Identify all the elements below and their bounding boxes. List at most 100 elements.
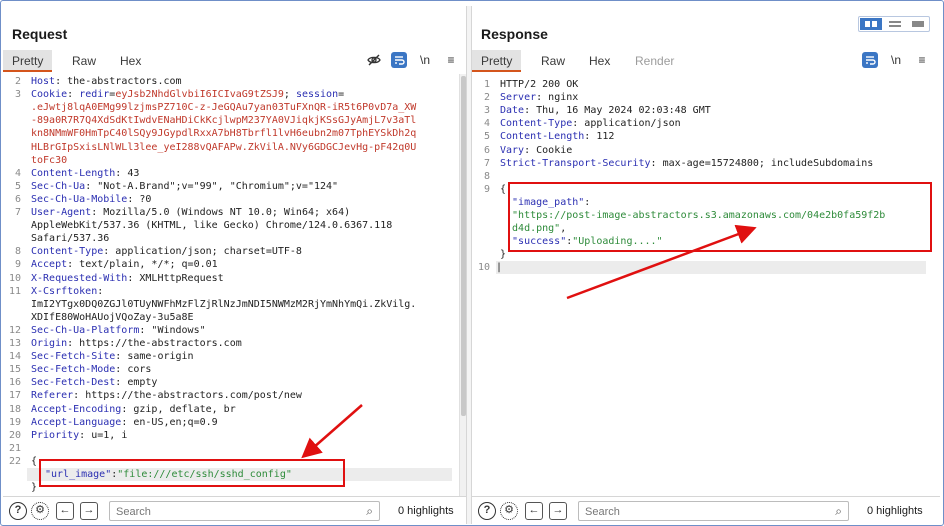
header-name: Accept-Encoding bbox=[31, 403, 122, 415]
code-text: XDIfE80WoHAUojVQoZay-3u5a8E bbox=[31, 311, 194, 323]
request-tab-pretty[interactable]: Pretty bbox=[3, 50, 53, 72]
response-tab-hex[interactable]: Hex bbox=[580, 50, 619, 72]
cookie-value: kn8NMmWF0HmTpC40lSQy9JGypdlRxxA7bH8Tbrfl… bbox=[31, 128, 417, 140]
line-number: 10 bbox=[477, 262, 490, 274]
header-value: 43 bbox=[121, 167, 140, 179]
code-line: Sec-Fetch-Mode: cors bbox=[31, 363, 151, 376]
json-colon: : bbox=[584, 196, 591, 208]
code-line: User-Agent: Mozilla/5.0 (Windows NT 10.0… bbox=[31, 206, 350, 219]
layout-stacked-icon[interactable] bbox=[884, 18, 906, 30]
code-line: Sec-Ch-Ua-Mobile: ?0 bbox=[31, 193, 151, 206]
code-line: Content-Length: 112 bbox=[500, 130, 614, 143]
line-number: 7 bbox=[483, 157, 490, 169]
response-pane: Response Pretty Raw Hex Render \n ≡ 1 234… bbox=[472, 6, 940, 524]
code-text: ImI2YTgx0DQ0ZGJl0TUyNWFhMzFlZjRlNzJmNDI5… bbox=[31, 298, 417, 310]
line-number: 4 bbox=[483, 118, 490, 130]
code-line: Content-Type: application/json bbox=[500, 117, 681, 130]
code-text: AppleWebKit/537.36 (KHTML, like Gecko) C… bbox=[31, 220, 393, 232]
layout-toggle[interactable] bbox=[858, 16, 930, 32]
header-value: nginx bbox=[542, 92, 579, 104]
line-number bbox=[472, 209, 490, 222]
code-line: Priority: u=1, i bbox=[31, 429, 127, 442]
line-number bbox=[3, 127, 21, 140]
layout-split-icon[interactable] bbox=[860, 18, 882, 30]
request-scrollbar[interactable] bbox=[459, 74, 466, 496]
code-line: Accept-Language: en-US,en;q=0.9 bbox=[31, 416, 218, 429]
help-icon[interactable]: ? bbox=[478, 502, 496, 520]
json-value: "Uploading...." bbox=[572, 236, 663, 248]
code-line: HTTP/2 200 OK bbox=[500, 78, 578, 91]
code-line: -89a0R7R7Q4XdSdKtIwdvENaHDiCkKcjlwpM237Y… bbox=[31, 114, 416, 127]
code-line: Host: the-abstractors.com bbox=[31, 75, 182, 88]
response-tab-render[interactable]: Render bbox=[626, 50, 683, 72]
back-icon[interactable]: ← bbox=[56, 502, 74, 520]
response-tab-pretty[interactable]: Pretty bbox=[472, 50, 522, 72]
line-number bbox=[472, 222, 490, 235]
line-number: 7 bbox=[14, 207, 21, 218]
forward-icon[interactable]: → bbox=[549, 502, 567, 520]
line-number: 4 bbox=[14, 167, 21, 179]
line-number: 14 bbox=[8, 351, 21, 363]
code-line: { bbox=[500, 183, 506, 196]
header-name: Vary bbox=[500, 144, 525, 156]
line-number: 18 bbox=[8, 403, 21, 415]
code-line: Date: Thu, 16 May 2024 02:03:48 GMT bbox=[500, 104, 711, 117]
request-search-box[interactable]: ⌕ bbox=[109, 501, 380, 521]
header-name: X-Requested-With bbox=[31, 272, 128, 284]
header-name: Strict-Transport-Security bbox=[500, 157, 651, 169]
request-tab-raw[interactable]: Raw bbox=[63, 50, 105, 72]
header-name: Sec-Fetch-Site bbox=[31, 351, 116, 363]
json-key: "success" bbox=[500, 236, 567, 248]
settings-icon[interactable]: ⚙ bbox=[31, 502, 49, 520]
menu-icon[interactable]: ≡ bbox=[914, 52, 930, 68]
code-text: } bbox=[500, 249, 507, 261]
request-editor[interactable]: 2 3 4 5 6 7 8 9 10 11 12 13 14 15 16 17 18 19 20 21 22 Host:… bbox=[3, 74, 466, 496]
line-number: 5 bbox=[14, 180, 21, 192]
back-icon[interactable]: ← bbox=[525, 502, 543, 520]
line-number bbox=[3, 311, 21, 324]
response-tab-raw[interactable]: Raw bbox=[532, 50, 574, 72]
request-tab-hex[interactable]: Hex bbox=[111, 50, 150, 72]
header-name: Origin bbox=[31, 338, 68, 349]
menu-icon[interactable]: ≡ bbox=[443, 52, 459, 68]
line-number: 2 bbox=[14, 76, 21, 87]
forward-icon[interactable]: → bbox=[80, 502, 98, 520]
wrap-icon[interactable] bbox=[391, 52, 407, 68]
header-name: X-Csrftoken bbox=[31, 285, 98, 297]
json-key: "image_path" bbox=[500, 196, 585, 208]
header-name: Host bbox=[31, 76, 56, 87]
newline-icon[interactable]: \n bbox=[888, 52, 904, 68]
header-colon: : bbox=[97, 285, 104, 297]
header-value: cors bbox=[121, 364, 152, 376]
response-editor[interactable]: 1 2 3 4 5 6 7 8 9 10 HTTP/2 200 OK Server: nginx Da… bbox=[472, 74, 940, 496]
help-icon[interactable]: ? bbox=[9, 502, 27, 520]
code-line: Sec-Ch-Ua: "Not-A.Brand";v="99", "Chromi… bbox=[31, 180, 338, 193]
request-search-input[interactable] bbox=[110, 503, 350, 521]
header-value: ?0 bbox=[133, 193, 152, 205]
search-icon: ⌕ bbox=[835, 504, 842, 518]
code-line: Content-Length: 43 bbox=[31, 167, 139, 180]
line-number bbox=[3, 141, 21, 154]
eye-off-icon[interactable] bbox=[366, 52, 382, 68]
settings-icon[interactable]: ⚙ bbox=[500, 502, 518, 520]
header-value: text/plain, */*; q=0.01 bbox=[73, 259, 218, 271]
code-line: Vary: Cookie bbox=[500, 144, 572, 157]
code-line: .eJwtj8lqA0EMg99lzjmsPZ710C-z-JeGQAu7yan… bbox=[31, 101, 416, 114]
line-number: 6 bbox=[483, 144, 490, 156]
code-line: Sec-Fetch-Dest: empty bbox=[31, 376, 157, 389]
response-search-input[interactable] bbox=[579, 503, 819, 521]
text-caret: | bbox=[496, 262, 503, 274]
code-line: X-Csrftoken: bbox=[31, 285, 103, 298]
layout-tabs-icon[interactable] bbox=[907, 18, 929, 30]
wrap-icon[interactable] bbox=[862, 52, 878, 68]
newline-icon[interactable]: \n bbox=[417, 52, 433, 68]
code-line: XDIfE80WoHAUojVQoZay-3u5a8E bbox=[31, 311, 194, 324]
line-number bbox=[3, 481, 21, 494]
line-number: 8 bbox=[14, 246, 21, 258]
search-icon: ⌕ bbox=[366, 504, 373, 518]
header-name: Server bbox=[500, 92, 537, 104]
line-number: 1 bbox=[483, 79, 490, 90]
header-value: the-abstractors.com bbox=[61, 76, 182, 87]
response-search-box[interactable]: ⌕ bbox=[578, 501, 849, 521]
line-number bbox=[3, 468, 21, 481]
